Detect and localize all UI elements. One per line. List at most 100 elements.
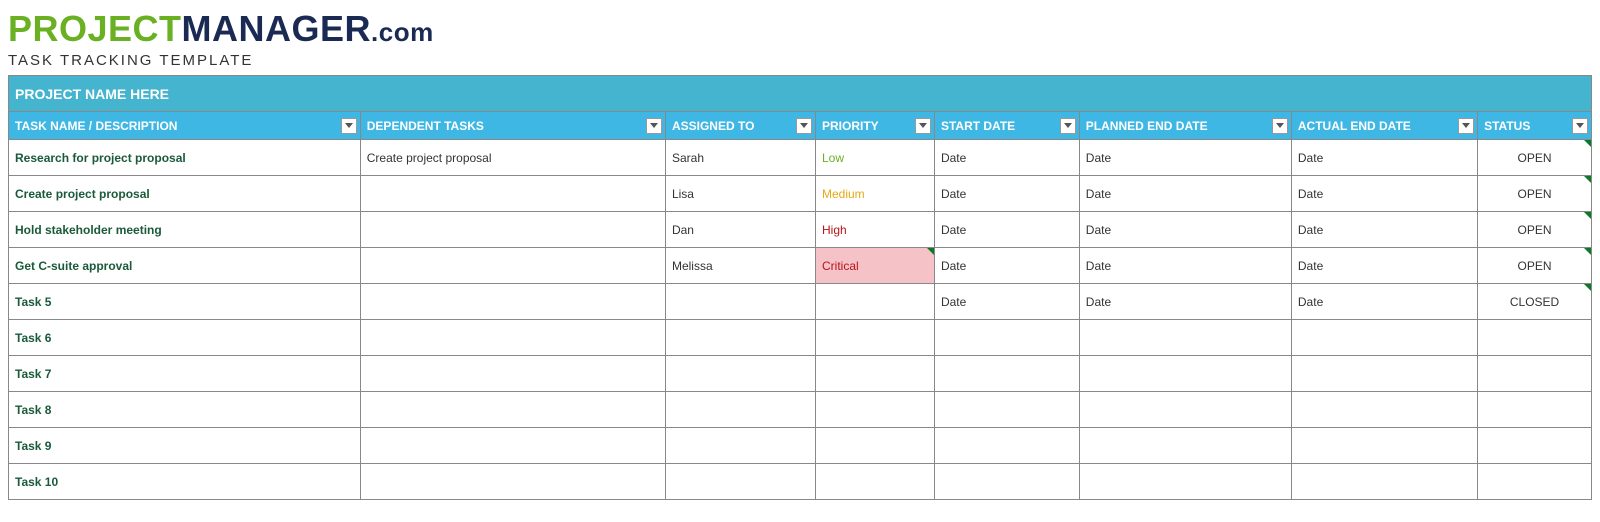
cell-actual[interactable]: Date [1291,248,1477,284]
cell-actual[interactable]: Date [1291,176,1477,212]
cell-status[interactable]: OPEN [1478,140,1592,176]
cell-actual[interactable]: Date [1291,284,1477,320]
filter-dropdown-icon[interactable] [1458,118,1474,134]
cell-actual[interactable] [1291,464,1477,500]
cell-status[interactable] [1478,464,1592,500]
cell-task[interactable]: Task 9 [9,428,361,464]
cell-status[interactable]: CLOSED [1478,284,1592,320]
filter-dropdown-icon[interactable] [796,118,812,134]
cell-priority[interactable] [815,464,934,500]
cell-dep[interactable] [360,464,665,500]
cell-assigned[interactable]: Dan [665,212,815,248]
cell-start[interactable] [934,320,1079,356]
project-name-cell[interactable]: PROJECT NAME HERE [9,76,1592,112]
cell-planned[interactable] [1079,356,1291,392]
filter-dropdown-icon[interactable] [341,118,357,134]
cell-status[interactable]: OPEN [1478,248,1592,284]
cell-start[interactable]: Date [934,176,1079,212]
cell-status[interactable] [1478,392,1592,428]
cell-start[interactable]: Date [934,212,1079,248]
cell-task[interactable]: Create project proposal [9,176,361,212]
cell-assigned[interactable] [665,320,815,356]
cell-task[interactable]: Task 5 [9,284,361,320]
cell-start[interactable]: Date [934,284,1079,320]
cell-dep[interactable]: Create project proposal [360,140,665,176]
cell-start[interactable] [934,356,1079,392]
cell-planned[interactable] [1079,428,1291,464]
filter-dropdown-icon[interactable] [646,118,662,134]
cell-dep[interactable] [360,320,665,356]
cell-dep[interactable] [360,284,665,320]
table-row: Task 8 [9,392,1592,428]
cell-actual[interactable] [1291,392,1477,428]
cell-dep[interactable] [360,392,665,428]
header-label: PLANNED END DATE [1086,119,1208,133]
cell-planned[interactable] [1079,464,1291,500]
cell-planned[interactable]: Date [1079,248,1291,284]
cell-actual[interactable]: Date [1291,140,1477,176]
cell-actual[interactable]: Date [1291,212,1477,248]
cell-start[interactable] [934,428,1079,464]
cell-priority[interactable] [815,428,934,464]
filter-dropdown-icon[interactable] [1272,118,1288,134]
cell-priority[interactable] [815,392,934,428]
cell-task[interactable]: Task 7 [9,356,361,392]
cell-planned[interactable]: Date [1079,284,1291,320]
cell-priority[interactable] [815,320,934,356]
cell-task[interactable]: Get C-suite approval [9,248,361,284]
project-name-row: PROJECT NAME HERE [9,76,1592,112]
header-label: ACTUAL END DATE [1298,119,1411,133]
cell-task[interactable]: Task 10 [9,464,361,500]
cell-assigned[interactable]: Lisa [665,176,815,212]
cell-start[interactable]: Date [934,248,1079,284]
filter-dropdown-icon[interactable] [915,118,931,134]
cell-priority[interactable]: Medium [815,176,934,212]
cell-planned[interactable] [1079,392,1291,428]
cell-priority[interactable] [815,284,934,320]
cell-status[interactable]: OPEN [1478,212,1592,248]
cell-assigned[interactable]: Melissa [665,248,815,284]
cell-priority[interactable]: Critical [815,248,934,284]
cell-assigned[interactable] [665,356,815,392]
cell-dep[interactable] [360,212,665,248]
header-label: ASSIGNED TO [672,119,754,133]
cell-priority[interactable]: Low [815,140,934,176]
header-task: TASK NAME / DESCRIPTION [9,112,361,140]
cell-assigned[interactable] [665,284,815,320]
cell-actual[interactable] [1291,428,1477,464]
cell-dep[interactable] [360,356,665,392]
cell-actual[interactable] [1291,320,1477,356]
cell-priority[interactable]: High [815,212,934,248]
cell-status[interactable] [1478,428,1592,464]
cell-assigned[interactable] [665,428,815,464]
cell-dep[interactable] [360,428,665,464]
cell-start[interactable]: Date [934,140,1079,176]
cell-assigned[interactable] [665,464,815,500]
filter-dropdown-icon[interactable] [1572,118,1588,134]
cell-status[interactable] [1478,356,1592,392]
cell-status[interactable] [1478,320,1592,356]
cell-dep[interactable] [360,248,665,284]
cell-planned[interactable]: Date [1079,176,1291,212]
table-row: Get C-suite approvalMelissaCriticalDateD… [9,248,1592,284]
cell-task[interactable]: Hold stakeholder meeting [9,212,361,248]
cell-assigned[interactable] [665,392,815,428]
cell-start[interactable] [934,464,1079,500]
cell-assigned[interactable]: Sarah [665,140,815,176]
cell-start[interactable] [934,392,1079,428]
cell-planned[interactable] [1079,320,1291,356]
cell-actual[interactable] [1291,356,1477,392]
cell-status[interactable]: OPEN [1478,176,1592,212]
logo-part3: .com [371,17,434,47]
template-subtitle: TASK TRACKING TEMPLATE [8,52,1592,69]
cell-priority[interactable] [815,356,934,392]
cell-planned[interactable]: Date [1079,140,1291,176]
cell-planned[interactable]: Date [1079,212,1291,248]
cell-dep[interactable] [360,176,665,212]
cell-task[interactable]: Research for project proposal [9,140,361,176]
table-row: Task 7 [9,356,1592,392]
table-row: Create project proposalLisaMediumDateDat… [9,176,1592,212]
filter-dropdown-icon[interactable] [1060,118,1076,134]
cell-task[interactable]: Task 8 [9,392,361,428]
cell-task[interactable]: Task 6 [9,320,361,356]
